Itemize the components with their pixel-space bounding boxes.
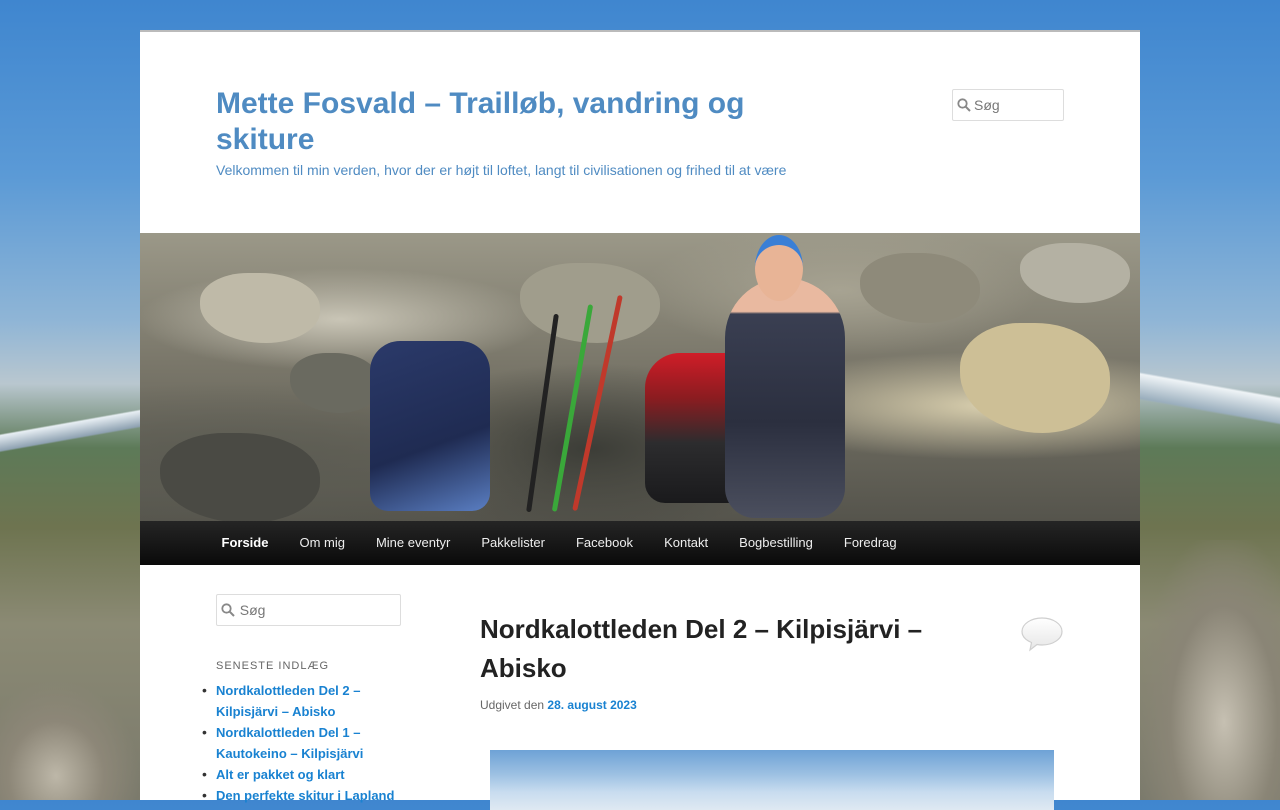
background-mountain-right xyxy=(1140,360,1280,440)
background-rocks-right xyxy=(1140,540,1280,800)
nav-item-kontakt[interactable]: Kontakt xyxy=(649,521,724,565)
header-banner-image xyxy=(140,233,1140,521)
header-search-input[interactable] xyxy=(974,97,1063,113)
recent-post-link[interactable]: Nordkalottleden Del 1 – Kautokeino – Kil… xyxy=(216,725,363,761)
list-item: Alt er pakket og klart xyxy=(202,764,416,785)
post-title[interactable]: Nordkalottleden Del 2 – Kilpisjärvi – Ab… xyxy=(480,610,970,688)
recent-post-link[interactable]: Den perfekte skitur i Lapland xyxy=(216,788,394,803)
backpack-blue xyxy=(370,341,490,511)
page-container: Mette Fosvald – Trailløb, vandring og sk… xyxy=(140,30,1140,810)
nav-item-facebook[interactable]: Facebook xyxy=(560,521,648,565)
sidebar-search-input[interactable] xyxy=(239,602,400,618)
recent-posts-heading: SENESTE INDLÆG xyxy=(216,660,330,672)
recent-posts-list: Nordkalottleden Del 2 – Kilpisjärvi – Ab… xyxy=(202,680,416,806)
background-mountain-left xyxy=(0,400,140,460)
nav-item-mine-eventyr[interactable]: Mine eventyr xyxy=(360,521,465,565)
comment-bubble-icon[interactable] xyxy=(1020,616,1064,652)
site-description: Velkommen til min verden, hvor der er hø… xyxy=(216,162,787,178)
search-icon xyxy=(217,603,240,617)
recent-post-link[interactable]: Alt er pakket og klart xyxy=(216,767,345,782)
sidebar-search[interactable] xyxy=(216,594,401,626)
list-item: Den perfekte skitur i Lapland xyxy=(202,785,416,806)
recent-post-link[interactable]: Nordkalottleden Del 2 – Kilpisjärvi – Ab… xyxy=(216,683,360,719)
hiker-person xyxy=(725,278,845,518)
main-navigation: Forside Om mig Mine eventyr Pakkelister … xyxy=(140,521,1140,565)
post-meta-prefix: Udgivet den xyxy=(480,698,545,712)
post-date-link[interactable]: 28. august 2023 xyxy=(547,698,636,712)
nav-item-foredrag[interactable]: Foredrag xyxy=(828,521,912,565)
site-title[interactable]: Mette Fosvald – Trailløb, vandring og sk… xyxy=(216,86,816,158)
post-featured-image xyxy=(490,750,1054,810)
list-item: Nordkalottleden Del 1 – Kautokeino – Kil… xyxy=(202,722,416,764)
nav-item-forside[interactable]: Forside xyxy=(206,521,284,565)
post-meta: Udgivet den 28. august 2023 xyxy=(480,698,637,712)
nav-item-om-mig[interactable]: Om mig xyxy=(284,521,361,565)
nav-item-pakkelister[interactable]: Pakkelister xyxy=(466,521,561,565)
list-item: Nordkalottleden Del 2 – Kilpisjärvi – Ab… xyxy=(202,680,416,722)
search-icon xyxy=(953,98,974,112)
background-rocks-left xyxy=(0,680,140,800)
nav-item-bogbestilling[interactable]: Bogbestilling xyxy=(724,521,829,565)
header-search[interactable] xyxy=(952,89,1064,121)
